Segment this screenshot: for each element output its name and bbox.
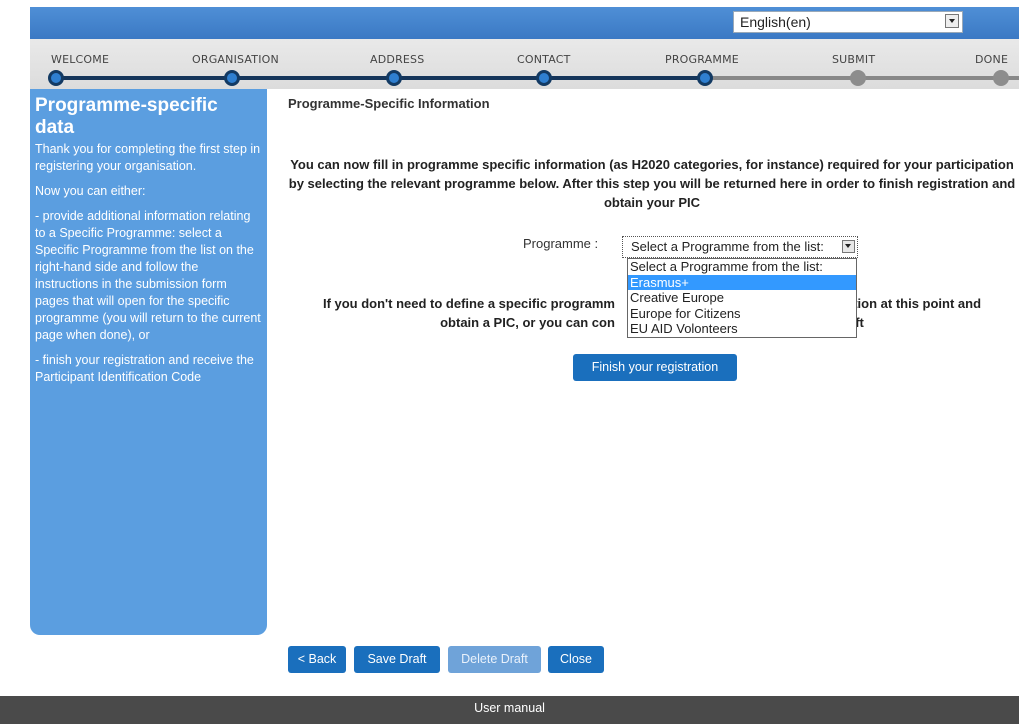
programme-label: Programme : — [523, 236, 599, 251]
save-draft-button[interactable]: Save Draft — [354, 646, 440, 673]
chevron-down-icon[interactable] — [945, 14, 959, 28]
step-dot-programme[interactable] — [697, 70, 713, 86]
notice-line1-end: ation at this point and — [845, 296, 982, 311]
finish-registration-button[interactable]: Finish your registration — [573, 354, 737, 381]
programme-select-value: Select a Programme from the list: — [631, 239, 824, 254]
language-select-value: English(en) — [740, 14, 811, 30]
step-organisation[interactable]: ORGANISATION — [192, 53, 279, 66]
dropdown-option[interactable]: EU AID Volonteers — [628, 321, 856, 337]
user-manual-link[interactable]: User manual — [474, 701, 545, 715]
step-dot-done — [993, 70, 1009, 86]
step-dot-welcome[interactable] — [48, 70, 64, 86]
step-done: DONE — [975, 53, 1009, 66]
progress-track-done — [56, 76, 710, 80]
step-dot-submit — [850, 70, 866, 86]
footer-bar: User manual — [0, 696, 1019, 724]
intro-text: You can now fill in programme specific i… — [288, 157, 1016, 210]
section-title: Programme-Specific Information — [288, 96, 490, 111]
step-submit: SUBMIT — [832, 53, 876, 66]
delete-draft-button[interactable]: Delete Draft — [448, 646, 541, 673]
step-dot-contact[interactable] — [536, 70, 552, 86]
dropdown-option[interactable]: Creative Europe — [628, 290, 856, 306]
programme-dropdown-list[interactable]: Select a Programme from the list: Erasmu… — [627, 258, 857, 338]
step-programme[interactable]: PROGRAMME — [665, 53, 739, 66]
step-dot-organisation[interactable] — [224, 70, 240, 86]
sidebar-paragraph: Thank you for completing the first step … — [35, 142, 261, 173]
dropdown-option-highlighted[interactable]: Erasmus+ — [628, 274, 856, 290]
step-welcome[interactable]: WELCOME — [51, 53, 109, 66]
step-contact[interactable]: CONTACT — [517, 53, 571, 66]
programme-select[interactable]: Select a Programme from the list: — [622, 236, 858, 258]
notice-line1: If you don't need to define a specific p… — [322, 296, 615, 311]
back-button[interactable]: < Back — [288, 646, 346, 673]
dropdown-option[interactable]: Select a Programme from the list: — [628, 259, 856, 275]
notice-line2: obtain a PIC, or you can con — [440, 315, 615, 330]
language-select[interactable]: English(en) — [733, 11, 963, 33]
step-dot-address[interactable] — [386, 70, 402, 86]
dropdown-option[interactable]: Europe for Citizens — [628, 306, 856, 322]
chevron-down-icon[interactable] — [842, 240, 855, 253]
sidebar-paragraph: Now you can either: — [35, 184, 146, 198]
help-sidebar: Programme-specific data Thank you for co… — [30, 89, 267, 635]
sidebar-paragraph: - provide additional information relatin… — [35, 209, 261, 342]
step-address[interactable]: ADDRESS — [370, 53, 424, 66]
sidebar-paragraph: - finish your registration and receive t… — [35, 353, 254, 384]
close-button[interactable]: Close — [548, 646, 604, 673]
sidebar-title: Programme-specific data — [35, 95, 218, 138]
